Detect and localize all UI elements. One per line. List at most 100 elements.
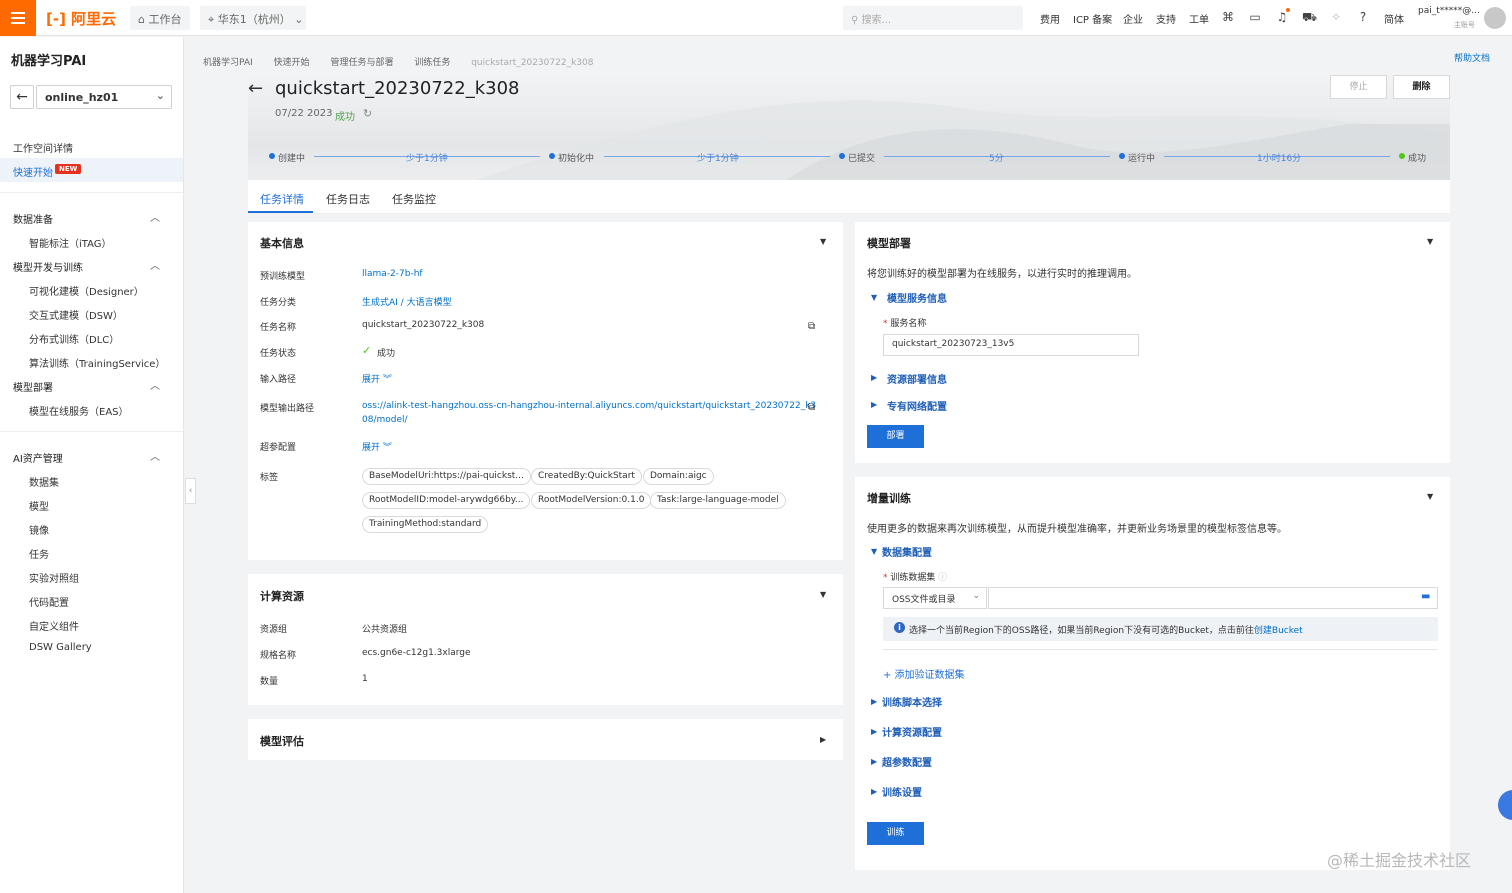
caret-right-icon[interactable]: ▶ [871, 727, 877, 736]
breadcrumb-item[interactable]: 训练任务 [414, 58, 450, 68]
sidebar-item-designer[interactable]: 可视化建模（Designer） [29, 283, 144, 298]
sidebar-item-experiments[interactable]: 实验对照组 [29, 570, 79, 585]
caret-down-icon[interactable]: ▼ [820, 237, 826, 246]
search-input[interactable]: ⚲ 搜索... [843, 6, 1023, 30]
delete-button[interactable]: 删除 [1393, 75, 1450, 99]
chevron-up-icon[interactable]: ︿ [150, 377, 160, 392]
nav-ticket[interactable]: 工单 [1189, 11, 1209, 26]
nav-support[interactable]: 支持 [1156, 11, 1176, 26]
chevron-up-icon[interactable]: ︿ [150, 448, 160, 463]
dataset-path-input[interactable] [988, 587, 1438, 609]
terminal-icon[interactable]: ▭ [1248, 10, 1262, 24]
output-path-link-cont[interactable]: 08/model/ [362, 415, 408, 425]
sidebar-group-data-prep[interactable]: 数据准备 [13, 211, 53, 226]
help-icon[interactable]: ⓘ [938, 573, 947, 583]
cloud-shell-icon[interactable]: ⌘ [1221, 10, 1235, 24]
sidebar-item-custom-components[interactable]: 自定义组件 [29, 618, 79, 633]
double-chevron-down-icon: ︾ [382, 443, 392, 453]
region-select[interactable]: ⌖ 华东1（杭州） ⌄ [200, 6, 306, 30]
sidebar-item-itag[interactable]: 智能标注（iTAG） [29, 235, 112, 250]
tab-task-detail[interactable]: 任务详情 [260, 191, 304, 207]
sidebar-group-model-dev[interactable]: 模型开发与训练 [13, 259, 83, 274]
caret-right-icon[interactable]: ▶ [871, 373, 877, 382]
service-name-input[interactable]: quickstart_20230723_13v5 [883, 334, 1139, 356]
caret-right-icon[interactable]: ▶ [871, 400, 877, 409]
user-name[interactable]: pai_t*****@... [1418, 6, 1480, 16]
sidebar-collapse-handle[interactable]: ‹ [185, 478, 196, 504]
help-icon[interactable]: ? [1356, 10, 1370, 24]
sidebar-item-models[interactable]: 模型 [29, 498, 49, 513]
caret-right-icon[interactable]: ▶ [871, 757, 877, 766]
deploy-button[interactable]: 部署 [867, 425, 924, 448]
sidebar-item-images[interactable]: 镜像 [29, 522, 49, 537]
section-resource-info[interactable]: 资源部署信息 [887, 371, 947, 386]
chevron-up-icon[interactable]: ︿ [150, 209, 160, 224]
tab-task-monitor[interactable]: 任务监控 [392, 191, 436, 207]
help-doc-link[interactable]: 帮助文档 [1454, 51, 1490, 64]
sidebar-item-tasks[interactable]: 任务 [29, 546, 49, 561]
sidebar-item-dlc[interactable]: 分布式训练（DLC） [29, 331, 119, 346]
output-path-link[interactable]: oss://alink-test-hangzhou.oss-cn-hangzho… [362, 401, 816, 411]
section-vpc-config[interactable]: 专有网络配置 [887, 398, 947, 413]
breadcrumb-item[interactable]: 快速开始 [274, 58, 310, 68]
section-dataset-config[interactable]: 数据集配置 [882, 544, 932, 559]
lightbulb-icon[interactable]: ✧ [1329, 10, 1343, 24]
floating-assistant-button[interactable] [1498, 790, 1512, 820]
create-bucket-link[interactable]: 创建Bucket [1254, 626, 1303, 636]
aliyun-logo[interactable]: [-] 阿里云 [46, 8, 116, 29]
section-hyperparams[interactable]: 超参数配置 [882, 754, 932, 769]
dataset-source-select[interactable]: OSS文件或目录 ⌄ [883, 587, 987, 609]
sidebar-item-workspace-detail[interactable]: 工作空间详情 [13, 140, 73, 155]
breadcrumb-item[interactable]: 机器学习PAI [203, 58, 253, 68]
copy-icon[interactable]: ⧉ [808, 321, 815, 332]
chevron-up-icon[interactable]: ︿ [150, 257, 160, 272]
cart-icon[interactable]: ⛟ [1302, 10, 1317, 24]
nav-fees[interactable]: 费用 [1040, 11, 1060, 26]
section-service-info[interactable]: 模型服务信息 [887, 290, 947, 305]
hyperparam-expand-link[interactable]: 展开 ︾ [362, 440, 392, 453]
nav-icp[interactable]: ICP 备案 [1073, 11, 1112, 26]
back-arrow-icon[interactable]: ← [10, 85, 34, 109]
model-evaluation-card[interactable] [248, 719, 843, 760]
stop-button[interactable]: 停止 [1330, 75, 1387, 99]
sidebar-item-dsw-gallery[interactable]: DSW Gallery [29, 642, 92, 653]
sidebar-item-training-service[interactable]: 算法训练（TrainingService） [29, 355, 165, 370]
input-path-expand-link[interactable]: 展开 ︾ [362, 372, 392, 385]
caret-down-icon[interactable]: ▼ [871, 547, 877, 556]
bell-icon[interactable]: ♫ [1275, 10, 1289, 24]
caret-down-icon[interactable]: ▼ [871, 293, 877, 302]
sidebar-group-ai-assets[interactable]: AI资产管理 [13, 450, 63, 465]
tab-task-log[interactable]: 任务日志 [326, 191, 370, 207]
refresh-icon[interactable]: ↻ [363, 107, 372, 120]
section-training-settings[interactable]: 训练设置 [882, 784, 922, 799]
nav-enterprise[interactable]: 企业 [1123, 11, 1143, 26]
section-training-script[interactable]: 训练脚本选择 [882, 694, 942, 709]
back-arrow-icon[interactable]: ← [248, 78, 263, 99]
train-button[interactable]: 训练 [867, 822, 924, 845]
workbench-button[interactable]: ⌂ 工作台 [130, 6, 190, 30]
sidebar-item-eas[interactable]: 模型在线服务（EAS） [29, 403, 129, 418]
sidebar-item-dsw[interactable]: 交互式建模（DSW） [29, 307, 123, 322]
section-compute-config[interactable]: 计算资源配置 [882, 724, 942, 739]
caret-right-icon[interactable]: ▶ [871, 787, 877, 796]
pretrained-model-link[interactable]: llama-2-7b-hf [362, 269, 423, 279]
caret-right-icon[interactable]: ▶ [871, 697, 877, 706]
avatar[interactable] [1484, 7, 1506, 29]
caret-right-icon[interactable]: ▶ [820, 735, 826, 744]
add-validation-dataset-link[interactable]: + 添加验证数据集 [883, 666, 965, 681]
caret-down-icon[interactable]: ▼ [1427, 237, 1433, 246]
workspace-select[interactable]: online_hz01 ⌄ [36, 85, 172, 109]
copy-icon[interactable]: ⧉ [808, 402, 815, 413]
sidebar-item-datasets[interactable]: 数据集 [29, 474, 59, 489]
caret-down-icon[interactable]: ▼ [820, 590, 826, 599]
breadcrumb-item[interactable]: 管理任务与部署 [330, 58, 393, 68]
folder-icon[interactable]: ▬ [1421, 591, 1430, 602]
sidebar-item-code-config[interactable]: 代码配置 [29, 594, 69, 609]
menu-button[interactable] [0, 0, 36, 36]
sidebar-item-quickstart[interactable]: 快速开始 [13, 164, 53, 179]
sidebar-group-deploy[interactable]: 模型部署 [13, 379, 53, 394]
step-duration: 少于1分钟 [406, 154, 448, 164]
language-switch[interactable]: 简体 [1384, 11, 1404, 26]
task-category-link[interactable]: 生成式AI / 大语言模型 [362, 295, 452, 308]
caret-down-icon[interactable]: ▼ [1427, 492, 1433, 501]
